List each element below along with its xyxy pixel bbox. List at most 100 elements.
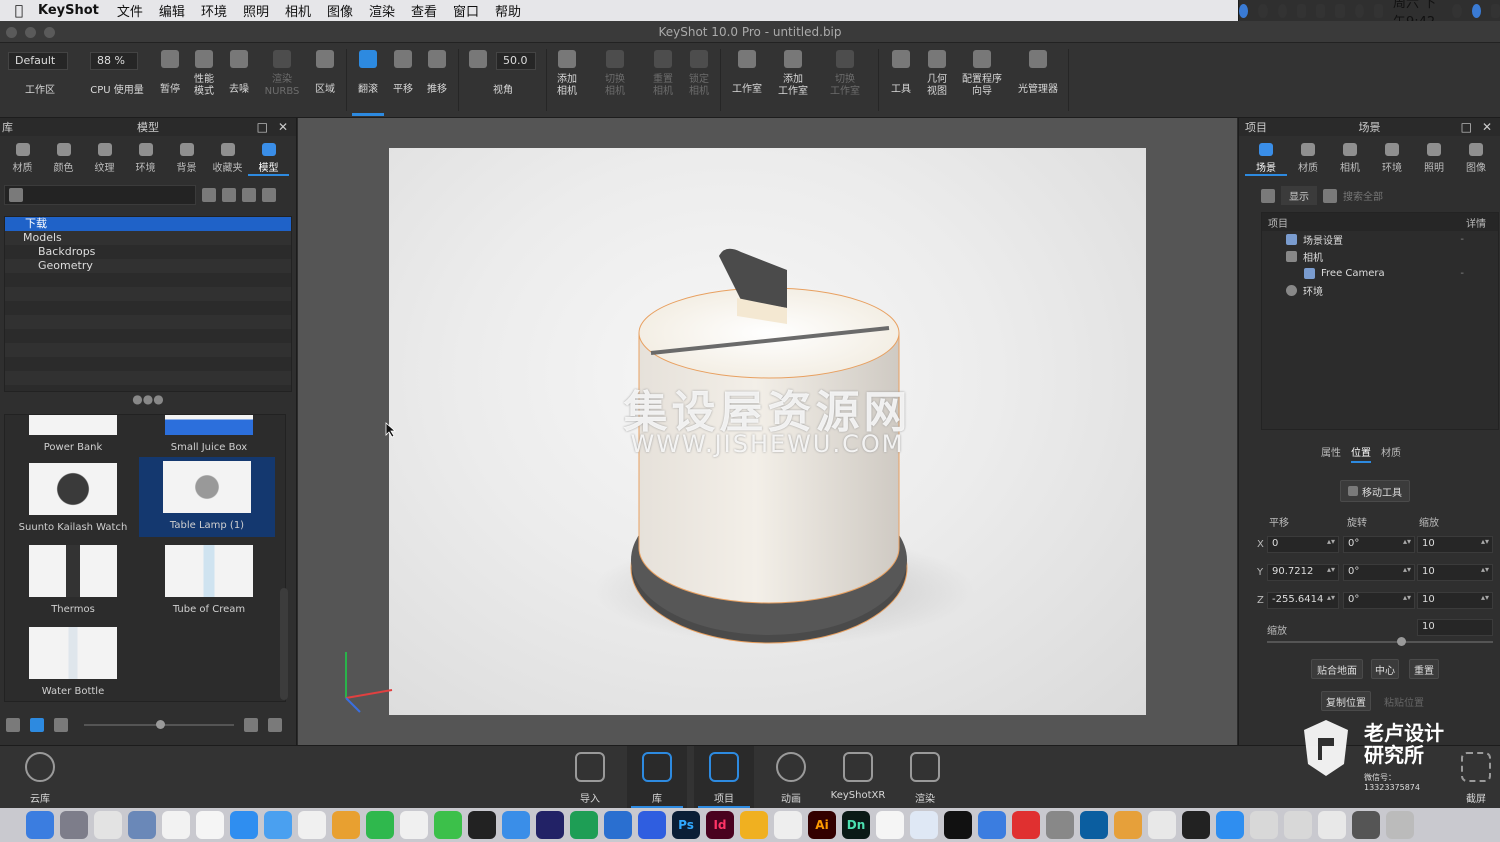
thumb-table-lamp[interactable]: Table Lamp (1) (139, 457, 275, 537)
spinner-icon[interactable]: ▴▾ (1403, 593, 1411, 602)
scene-search-input[interactable]: 搜索全部 (1343, 188, 1383, 203)
tab-materials[interactable]: 材质 (2, 136, 43, 176)
add-folder-icon[interactable] (222, 188, 236, 202)
add-studio-button[interactable]: 添加 工作室 (774, 43, 812, 118)
scene-tree-row[interactable]: Free Camera - (1262, 265, 1498, 282)
notes-icon[interactable] (196, 811, 224, 839)
undock-icon[interactable]: □ (1461, 120, 1472, 134)
indesign-icon[interactable]: Id (706, 811, 734, 839)
eject-icon[interactable] (1373, 3, 1383, 18)
scene-tree-row[interactable]: 环境 (1262, 282, 1498, 299)
spinner-icon[interactable]: ▴▾ (1481, 593, 1489, 602)
pause-button[interactable]: 暂停 (156, 43, 184, 118)
quicktime-icon[interactable] (1080, 811, 1108, 839)
typora-icon[interactable] (1316, 3, 1326, 18)
calendar-icon[interactable] (162, 811, 190, 839)
tab-project-lighting[interactable]: 照明 (1413, 136, 1455, 176)
studio-button[interactable]: 工作室 (728, 43, 766, 118)
refresh-icon[interactable] (242, 188, 256, 202)
document-icon[interactable] (1284, 811, 1312, 839)
reset-button[interactable]: 重置 (1409, 659, 1439, 679)
launchpad-icon[interactable] (60, 811, 88, 839)
uniform-scale-slider[interactable] (1267, 637, 1493, 646)
menu-render[interactable]: 渲染 (361, 1, 403, 20)
subtab-material[interactable]: 材质 (1381, 444, 1401, 463)
finder-icon[interactable] (26, 811, 54, 839)
dolly-button[interactable]: 推移 (422, 43, 452, 118)
slider-knob[interactable] (1397, 637, 1406, 646)
rotate-y-field[interactable]: 0° ▴▾ (1343, 564, 1415, 581)
thumb-small-juice-box[interactable]: Small Juice Box (141, 415, 277, 459)
project-toggle-button[interactable]: 项目 (694, 746, 754, 809)
pan-button[interactable]: 平移 (388, 43, 418, 118)
window-thumbnail-icon[interactable] (1352, 811, 1380, 839)
tools-button[interactable]: 工具 (886, 43, 916, 118)
menu-app-name[interactable]: KeyShot (30, 3, 109, 18)
app-store-icon[interactable] (230, 811, 258, 839)
zoom-out-icon[interactable] (54, 718, 68, 732)
spinner-icon[interactable]: ▴▾ (1327, 565, 1335, 574)
menu-lighting[interactable]: 照明 (235, 1, 277, 20)
tab-project-environment[interactable]: 环境 (1371, 136, 1413, 176)
tab-favorites[interactable]: 收藏夹 (207, 136, 248, 176)
configurator-wizard-button[interactable]: 配置程序 向导 (958, 43, 1006, 118)
switch-camera-button[interactable]: 切换 相机 (598, 43, 632, 118)
notification-icon[interactable] (1258, 3, 1268, 18)
illustrator-icon[interactable]: Ai (808, 811, 836, 839)
system-preferences-icon[interactable] (1046, 811, 1074, 839)
geometry-view-button[interactable]: 几何 视图 (922, 43, 952, 118)
menu-camera[interactable]: 相机 (277, 1, 319, 20)
translate-x-field[interactable]: 0 ▴▾ (1267, 536, 1339, 553)
light-manager-button[interactable]: 光管理器 (1014, 43, 1062, 118)
facetime-icon[interactable] (366, 811, 394, 839)
qq-icon[interactable] (468, 811, 496, 839)
tab-colors[interactable]: 颜色 (43, 136, 84, 176)
slider-knob[interactable] (156, 720, 165, 729)
center-button[interactable]: 中心 (1371, 659, 1399, 679)
wifi-icon[interactable] (1354, 3, 1364, 18)
keyshotxr-button[interactable]: KeyShotXR (828, 746, 888, 809)
keyshot-icon[interactable] (536, 811, 564, 839)
filter-icon[interactable] (1261, 188, 1275, 203)
translate-z-field[interactable]: -255.6414 ▴▾ (1267, 592, 1339, 609)
wechat-icon[interactable] (434, 811, 462, 839)
menu-environment[interactable]: 环境 (193, 1, 235, 20)
menu-file[interactable]: 文件 (109, 1, 151, 20)
keynote-icon[interactable] (910, 811, 938, 839)
library-toggle-button[interactable]: 库 (627, 746, 687, 809)
spinner-icon[interactable]: ▴▾ (1481, 565, 1489, 574)
tab-backplates[interactable]: 背景 (166, 136, 207, 176)
blue-app-icon[interactable] (604, 811, 632, 839)
messages-icon[interactable] (264, 811, 292, 839)
menu-help[interactable]: 帮助 (487, 1, 529, 20)
scene-tree-row[interactable]: 场景设置 - (1262, 231, 1498, 248)
apple-icon[interactable]:  (0, 3, 30, 19)
subtab-properties[interactable]: 属性 (1321, 444, 1341, 463)
spinner-icon[interactable]: ▴▾ (1403, 537, 1411, 546)
animation-button[interactable]: 动画 (761, 746, 821, 809)
cpu-usage-button[interactable]: CPU 使用量 (86, 43, 148, 118)
region-button[interactable]: 区域 (310, 43, 340, 118)
spotlight-icon[interactable] (1452, 3, 1462, 18)
translate-y-field[interactable]: 90.7212 ▴▾ (1267, 564, 1339, 581)
menu-view[interactable]: 查看 (403, 1, 445, 20)
trash-icon[interactable] (1386, 811, 1414, 839)
tab-project-materials[interactable]: 材质 (1287, 136, 1329, 176)
terminal-icon[interactable] (1182, 811, 1210, 839)
menu-edit[interactable]: 编辑 (151, 1, 193, 20)
tab-project-camera[interactable]: 相机 (1329, 136, 1371, 176)
denoise-button[interactable]: 去噪 (224, 43, 254, 118)
switch-studio-button[interactable]: 切换 工作室 (826, 43, 864, 118)
open-folder-icon[interactable] (202, 188, 216, 202)
music-icon[interactable] (876, 811, 904, 839)
snap-to-ground-button[interactable]: 贴合地面 (1311, 659, 1363, 679)
siri-icon[interactable] (1471, 3, 1481, 18)
show-dropdown[interactable]: 显示 (1281, 186, 1317, 205)
scene-tree-row[interactable]: 相机 (1262, 248, 1498, 265)
uniform-scale-field[interactable]: 10 (1417, 619, 1493, 636)
screenshot-button[interactable]: 截屏 (1446, 746, 1500, 809)
status-app-icon[interactable] (1239, 3, 1249, 18)
spinner-icon[interactable]: ▴▾ (1327, 537, 1335, 546)
document-icon[interactable] (1250, 811, 1278, 839)
adobe-icon[interactable] (1296, 3, 1306, 18)
